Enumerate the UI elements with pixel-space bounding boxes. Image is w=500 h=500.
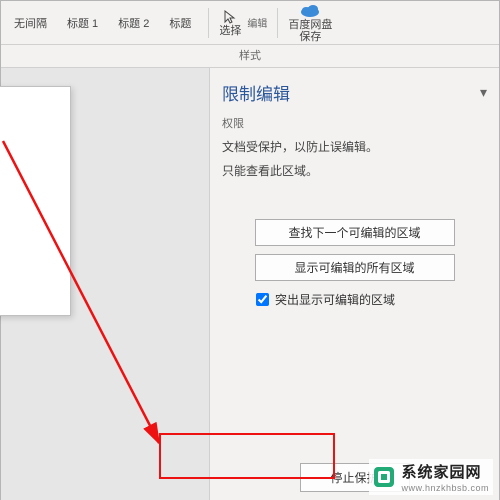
- watermark-logo-icon: [373, 466, 395, 488]
- permissions-label: 权限: [222, 115, 487, 131]
- document-area[interactable]: [1, 68, 209, 500]
- style-heading1[interactable]: 标题 1: [60, 12, 105, 34]
- protection-msg-1: 文档受保护，以防止误编辑。: [222, 137, 487, 157]
- cursor-icon: [219, 9, 241, 25]
- show-all-regions-button[interactable]: 显示可编辑的所有区域: [255, 254, 455, 281]
- style-title[interactable]: 标题: [162, 12, 198, 34]
- styles-section-label: 样式: [1, 45, 499, 68]
- highlight-checkbox-row[interactable]: 突出显示可编辑的区域: [256, 291, 487, 308]
- protection-msg-2: 只能查看此区域。: [222, 161, 487, 181]
- select-button[interactable]: 选择: [219, 9, 241, 37]
- separator: [277, 8, 278, 38]
- cloud-icon: [299, 3, 321, 19]
- chevron-down-icon[interactable]: ▾: [480, 84, 487, 101]
- baidu-save-button[interactable]: 百度网盘 保存: [288, 3, 332, 43]
- ribbon: 无间隔 标题 1 标题 2 标题 选择 编辑 百度网盘 保存: [1, 1, 499, 45]
- separator: [208, 8, 209, 38]
- restrict-editing-pane: 限制编辑 ▾ 权限 文档受保护，以防止误编辑。 只能查看此区域。 查找下一个可编…: [209, 68, 499, 500]
- style-heading2[interactable]: 标题 2: [111, 12, 156, 34]
- highlight-checkbox[interactable]: [256, 293, 269, 306]
- find-next-region-button[interactable]: 查找下一个可编辑的区域: [255, 219, 455, 246]
- watermark-name: 系统家园网: [401, 461, 489, 482]
- watermark-url: www.hnzkhbsb.com: [401, 483, 489, 493]
- highlight-checkbox-label: 突出显示可编辑的区域: [275, 291, 395, 308]
- style-nospacing[interactable]: 无间隔: [7, 12, 54, 34]
- watermark: 系统家园网 www.hnzkhbsb.com: [369, 459, 493, 495]
- page[interactable]: [0, 86, 71, 316]
- pane-title: 限制编辑: [222, 80, 290, 105]
- edit-group-label: 编辑: [247, 15, 267, 30]
